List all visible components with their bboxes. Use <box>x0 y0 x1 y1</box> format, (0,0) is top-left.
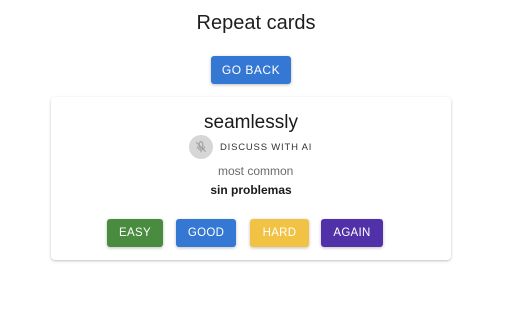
page-title: Repeat cards <box>196 12 316 34</box>
go-back-button[interactable]: GO BACK <box>211 56 291 84</box>
microphone-off-icon <box>195 141 207 153</box>
hard-button[interactable]: HARD <box>250 219 309 247</box>
flashcard: seamlessly DISCUSS WITH AI most common s… <box>51 97 451 260</box>
easy-button[interactable]: EASY <box>107 219 163 247</box>
meaning-label: most common <box>218 164 294 178</box>
card-word: seamlessly <box>204 112 298 133</box>
mic-off-button[interactable] <box>189 135 213 159</box>
translation: sin problemas <box>210 183 292 197</box>
discuss-with-ai[interactable]: DISCUSS WITH AI <box>189 135 312 159</box>
again-button[interactable]: AGAIN <box>321 219 383 247</box>
discuss-with-ai-label[interactable]: DISCUSS WITH AI <box>220 142 312 153</box>
good-button[interactable]: GOOD <box>176 219 236 247</box>
